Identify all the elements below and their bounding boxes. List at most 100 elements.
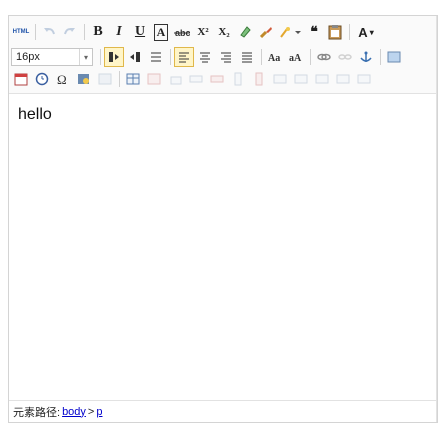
- format-painter-button[interactable]: [256, 22, 276, 42]
- superscript-label: X²: [197, 26, 209, 38]
- delete-column-button[interactable]: [249, 69, 269, 89]
- insert-time-button[interactable]: [32, 69, 52, 89]
- clipboard-icon: [328, 25, 342, 40]
- toolbar-row-3: Ω: [11, 68, 437, 90]
- align-center-button[interactable]: [195, 47, 215, 67]
- unlink-button[interactable]: [335, 47, 355, 67]
- uppercase-icon: Aa: [268, 53, 280, 64]
- link-icon: [317, 53, 331, 61]
- delete-column-icon: [255, 72, 263, 86]
- ltr-button[interactable]: [104, 47, 124, 67]
- insert-table-button[interactable]: [123, 69, 143, 89]
- bold-button[interactable]: B: [88, 22, 108, 42]
- content-paragraph[interactable]: hello: [18, 106, 52, 124]
- unlink-icon: [338, 54, 352, 60]
- clear-format-button[interactable]: [235, 22, 255, 42]
- link-button[interactable]: [314, 47, 334, 67]
- editor-toolbar: HTML B I U A abc X² X₂ ❝ A ▾ 16px ▾ Aa a…: [9, 16, 437, 94]
- chevron-down-icon: ▾: [369, 27, 374, 37]
- omega-icon: Ω: [57, 72, 67, 86]
- paste-plain-button[interactable]: [325, 22, 345, 42]
- editor-right-border: [436, 16, 437, 422]
- anchor-icon: [360, 51, 372, 62]
- split-cells-icon: [336, 74, 350, 84]
- eraser-icon: [240, 26, 251, 38]
- align-left-icon: [179, 52, 189, 63]
- anchor-button[interactable]: [356, 47, 376, 67]
- brush-icon: [259, 27, 272, 39]
- element-path-body-link[interactable]: body: [62, 406, 86, 418]
- align-justify-button[interactable]: [237, 47, 257, 67]
- preview-button[interactable]: [95, 69, 115, 89]
- insert-date-button[interactable]: [11, 69, 31, 89]
- subscript-button[interactable]: X₂: [214, 22, 234, 42]
- merge-down-icon: [315, 74, 329, 84]
- delete-row-icon: [210, 75, 224, 83]
- calendar-icon: [14, 73, 28, 86]
- source-button[interactable]: HTML: [11, 22, 31, 42]
- split-rows-button[interactable]: [354, 69, 374, 89]
- blockquote-button[interactable]: ❝: [304, 22, 324, 42]
- toolbar-row-2: 16px ▾ Aa aA: [11, 46, 437, 68]
- insert-paragraph-before-table-button[interactable]: [165, 69, 185, 89]
- delete-table-button[interactable]: [144, 69, 164, 89]
- element-path-bar: 元素路径: body > p: [9, 400, 437, 422]
- element-path-p-link[interactable]: p: [96, 406, 102, 418]
- insert-row-button[interactable]: [186, 69, 206, 89]
- strikethrough-button[interactable]: abc: [172, 22, 192, 42]
- subscript-label: X₂: [218, 26, 230, 38]
- align-justify-icon: [242, 52, 252, 63]
- merge-right-button[interactable]: [291, 69, 311, 89]
- emotion-button[interactable]: [74, 69, 94, 89]
- merge-down-button[interactable]: [312, 69, 332, 89]
- separator: [310, 49, 311, 65]
- image-button[interactable]: [384, 47, 404, 67]
- underline-button[interactable]: U: [130, 22, 150, 42]
- special-chars-button[interactable]: Ω: [53, 69, 73, 89]
- split-rows-icon: [357, 74, 371, 84]
- uppercase-button[interactable]: Aa: [265, 47, 285, 67]
- forecolor-button[interactable]: A ▾: [353, 22, 379, 42]
- italic-label: I: [116, 24, 122, 39]
- font-size-select[interactable]: 16px ▾: [11, 48, 93, 66]
- split-cells-button[interactable]: [333, 69, 353, 89]
- undo-icon: [44, 28, 55, 35]
- svg-text:aA: aA: [289, 53, 302, 64]
- separator: [35, 24, 36, 40]
- paragraph-before-table-icon: [170, 76, 182, 85]
- element-path-separator: >: [87, 405, 95, 418]
- forecolor-label: A: [358, 24, 368, 40]
- table-icon: [126, 73, 140, 85]
- delete-row-button[interactable]: [207, 69, 227, 89]
- italic-button[interactable]: I: [109, 22, 129, 42]
- svg-text:Aa: Aa: [268, 53, 280, 64]
- strikethrough-icon: abc: [174, 28, 190, 38]
- editor-content-area[interactable]: hello: [9, 94, 437, 394]
- rtl-button[interactable]: [125, 47, 145, 67]
- merge-right-icon: [294, 74, 308, 84]
- merge-cells-button[interactable]: [270, 69, 290, 89]
- lowercase-button[interactable]: aA: [286, 47, 306, 67]
- toolbar-row-1: HTML B I U A abc X² X₂ ❝ A ▾: [11, 21, 437, 43]
- align-right-button[interactable]: [216, 47, 236, 67]
- preview-icon: [98, 73, 112, 85]
- separator: [261, 49, 262, 65]
- redo-icon: [64, 28, 75, 35]
- insert-column-button[interactable]: [228, 69, 248, 89]
- line-height-icon: [151, 52, 161, 62]
- separator: [170, 49, 171, 65]
- lowercase-icon: aA: [289, 53, 302, 64]
- line-height-button[interactable]: [146, 47, 166, 67]
- align-left-button[interactable]: [174, 47, 194, 67]
- undo-button[interactable]: [39, 22, 59, 42]
- underline-label: U: [134, 24, 146, 39]
- superscript-button[interactable]: X²: [193, 22, 213, 42]
- auto-format-button[interactable]: [277, 22, 303, 42]
- fontborder-button[interactable]: A: [151, 22, 171, 42]
- align-center-icon: [200, 52, 210, 63]
- separator: [380, 49, 381, 65]
- fontborder-label: A: [153, 23, 169, 41]
- svg-text:Ω: Ω: [57, 72, 67, 86]
- emotion-icon: [78, 74, 89, 84]
- redo-button[interactable]: [60, 22, 80, 42]
